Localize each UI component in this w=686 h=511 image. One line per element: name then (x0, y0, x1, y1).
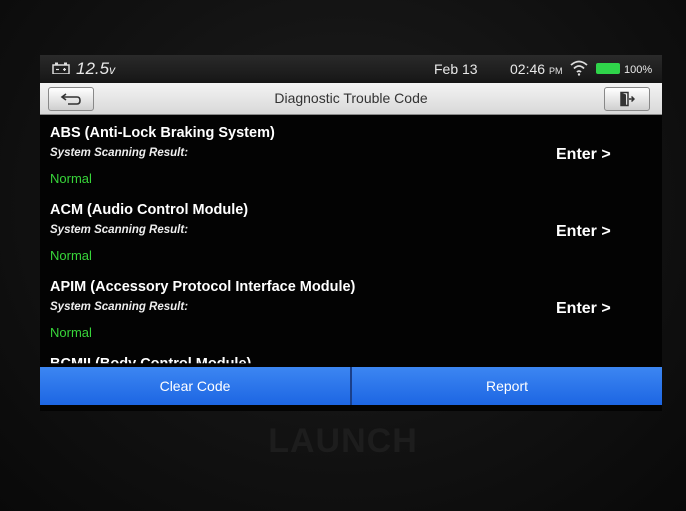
exit-door-icon (620, 91, 635, 107)
battery-icon (596, 63, 620, 74)
page-title: Diagnostic Trouble Code (274, 90, 428, 106)
device-screen: 12.5v Feb 13 02:46 PM 100% Diagnostic Tr… (40, 55, 662, 411)
scan-result-label: System Scanning Result: (50, 224, 189, 236)
voltage-readout: 12.5v (76, 59, 116, 78)
scan-result-label: System Scanning Result: (50, 301, 189, 313)
system-row-apim[interactable]: APIM (Accessory Protocol Interface Modul… (40, 279, 662, 356)
wifi-icon (570, 60, 588, 76)
status-time: 02:46 PM (510, 61, 563, 77)
enter-button[interactable]: Enter > (556, 300, 611, 318)
brand-logo: LAUNCH (268, 422, 418, 460)
action-bar: Clear Code Report (40, 367, 662, 405)
scan-status: Normal (50, 248, 92, 263)
title-bar: Diagnostic Trouble Code (40, 83, 662, 115)
scan-status: Normal (50, 171, 92, 186)
enter-button[interactable]: Enter > (556, 146, 611, 164)
system-name: ABS (Anti-Lock Braking System) (50, 125, 275, 141)
car-battery-icon (52, 62, 70, 74)
scan-result-label: System Scanning Result: (50, 147, 189, 159)
battery-percent: 100% (624, 64, 653, 76)
enter-button[interactable]: Enter > (556, 223, 611, 241)
status-date: Feb 13 (434, 61, 478, 77)
system-row-acm[interactable]: ACM (Audio Control Module) System Scanni… (40, 202, 662, 279)
report-button[interactable]: Report (352, 367, 662, 405)
system-row-abs[interactable]: ABS (Anti-Lock Braking System) System Sc… (40, 125, 662, 202)
system-name: APIM (Accessory Protocol Interface Modul… (50, 279, 356, 295)
clear-code-button[interactable]: Clear Code (40, 367, 350, 405)
scan-status: Normal (50, 325, 92, 340)
exit-button[interactable] (604, 87, 650, 111)
system-name: ACM (Audio Control Module) (50, 202, 249, 218)
status-bar: 12.5v Feb 13 02:46 PM 100% (40, 55, 662, 83)
